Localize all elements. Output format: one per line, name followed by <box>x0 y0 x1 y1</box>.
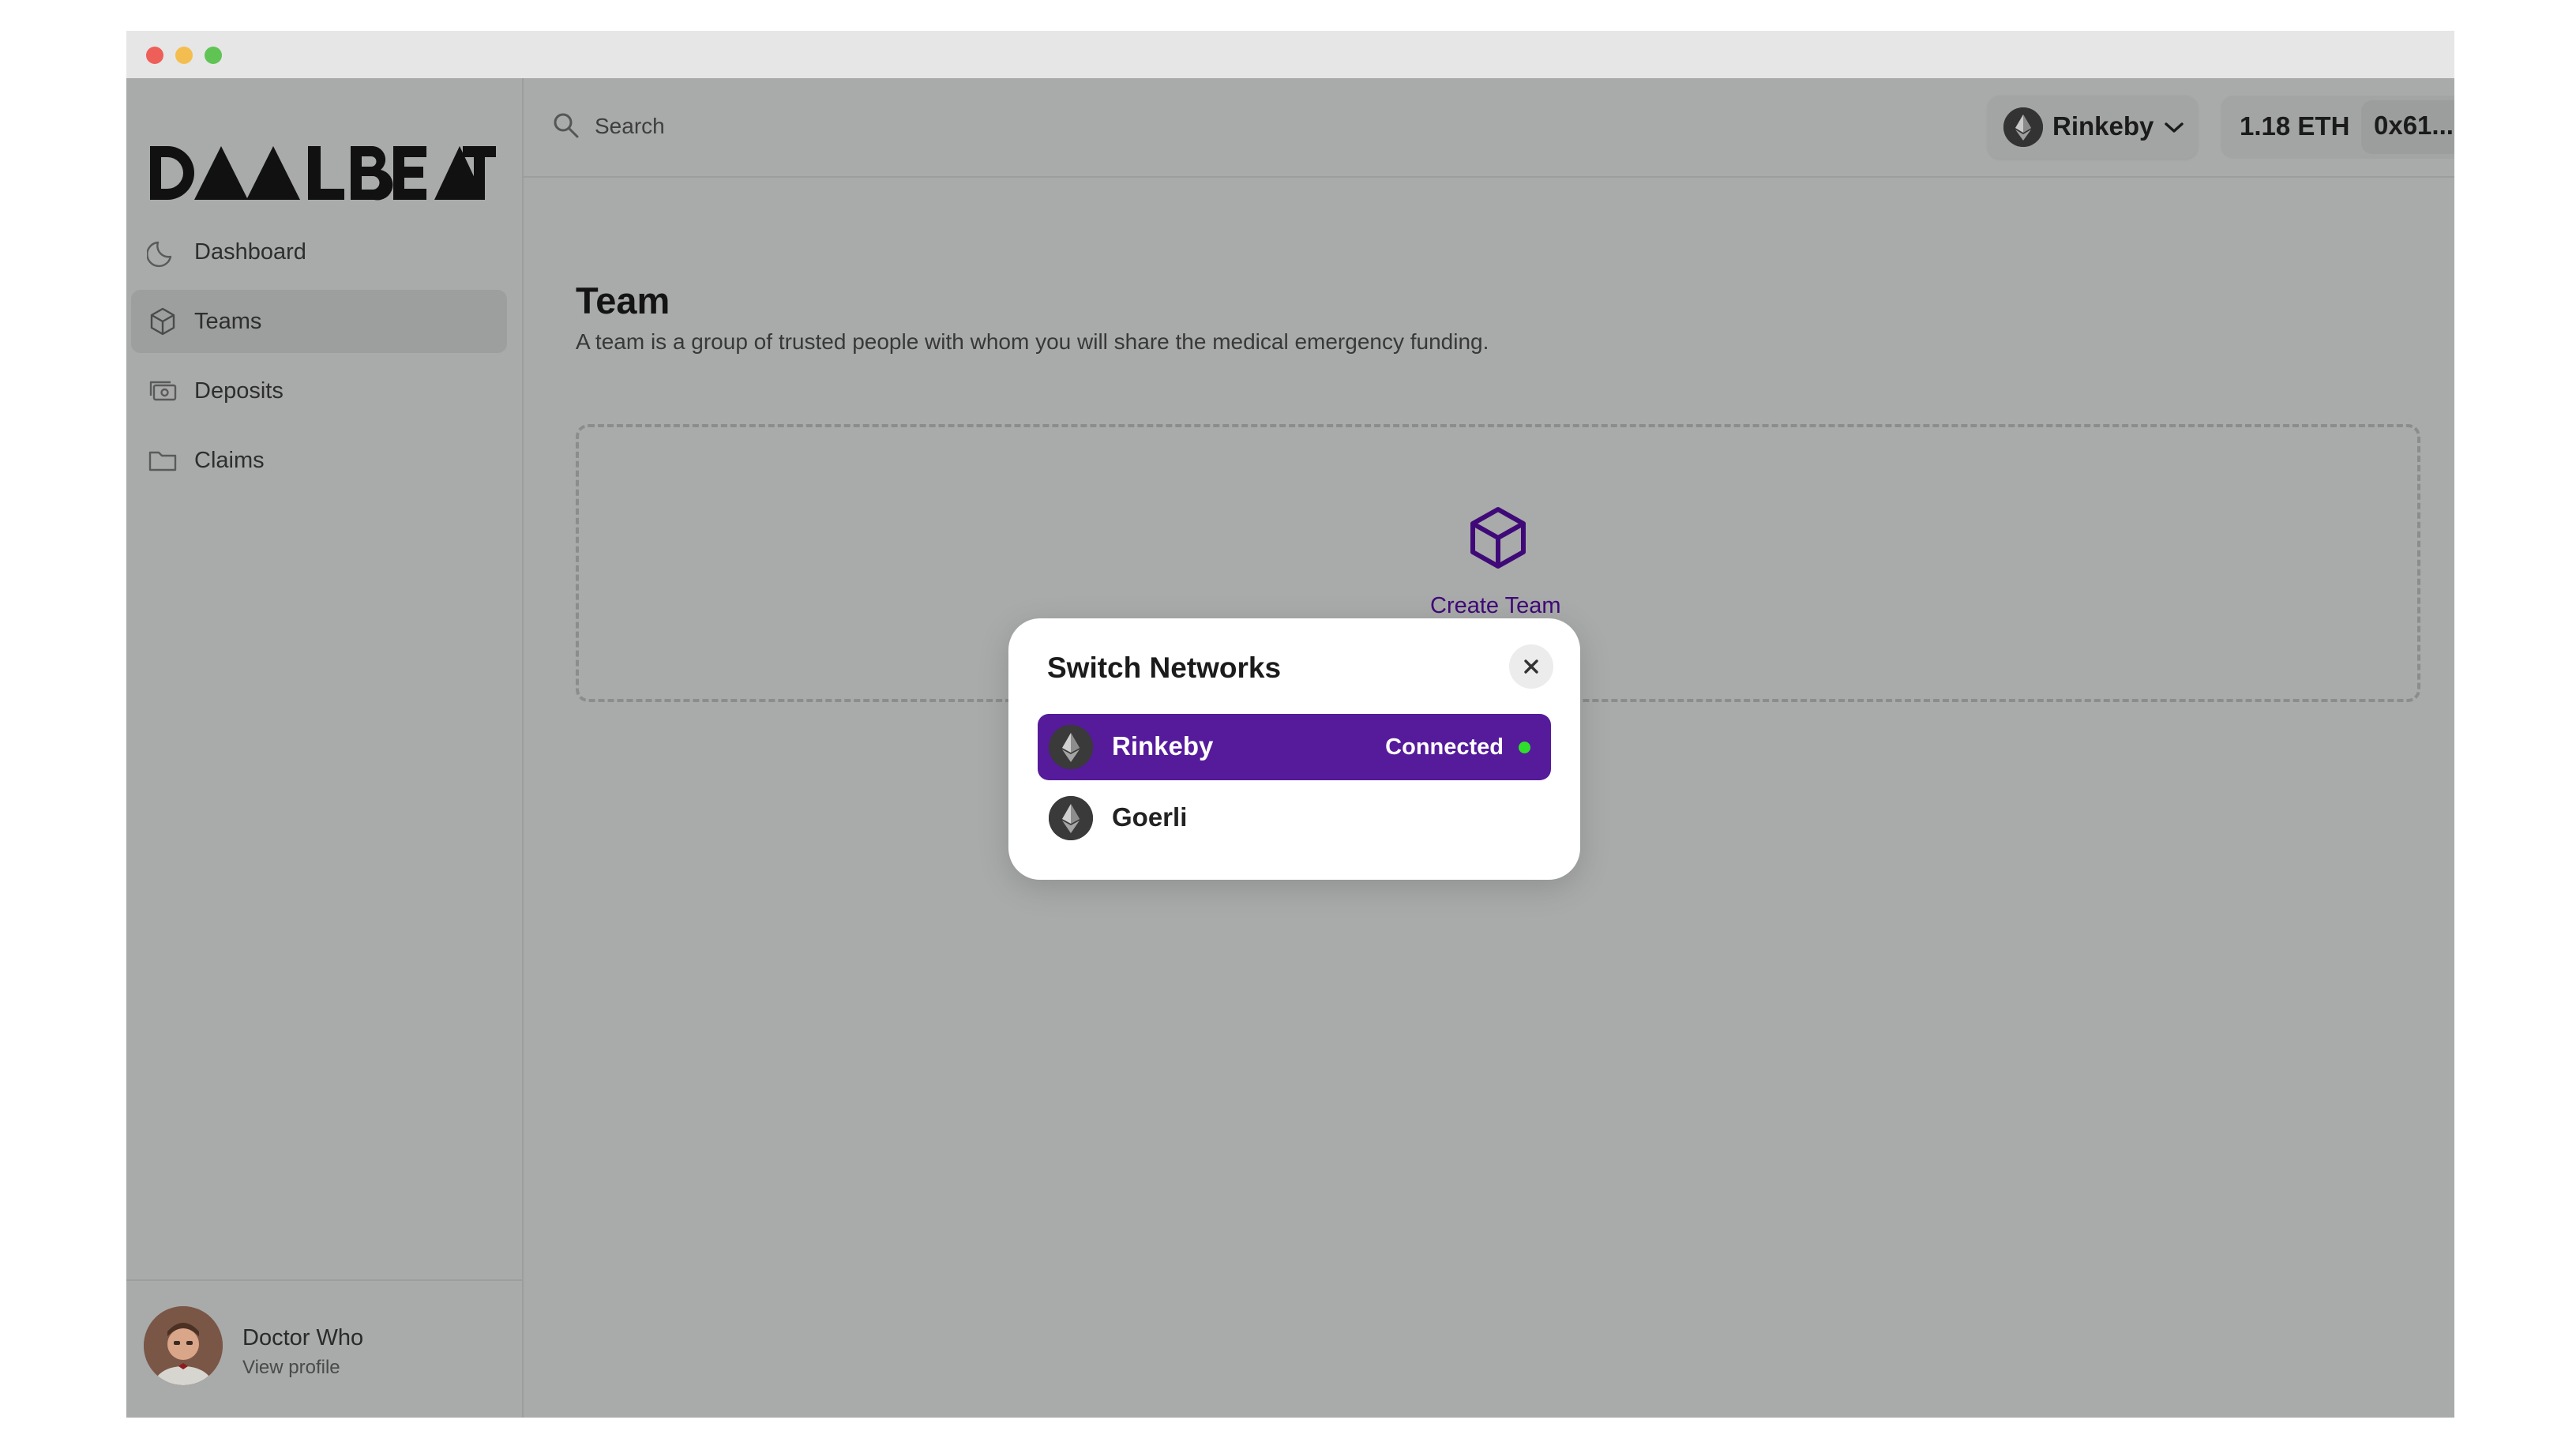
top-bar: Rinkeby 1.18 ETH 0x61...b0CF <box>524 78 2454 178</box>
brand-logo-wordmark <box>150 146 496 201</box>
network-option-goerli[interactable]: Goerli <box>1038 785 1551 851</box>
wallet-widget: 1.18 ETH 0x61...b0CF <box>2221 96 2454 159</box>
sidebar-item-label: Deposits <box>194 377 284 404</box>
chevron-down-icon <box>2163 116 2185 138</box>
network-option-label: Goerli <box>1112 802 1188 832</box>
eth-balance: 1.18 ETH <box>2240 111 2350 141</box>
search-icon <box>550 110 582 141</box>
sidebar-item-deposits[interactable]: Deposits <box>131 359 507 423</box>
page-description: A team is a group of trusted people with… <box>576 329 1489 354</box>
ethereum-icon <box>1049 796 1093 840</box>
account-address-button[interactable]: 0x61...b0CF <box>2361 100 2454 154</box>
sidebar-item-teams[interactable]: Teams <box>131 290 507 353</box>
close-window-button[interactable] <box>146 47 163 64</box>
sidebar-item-label: Dashboard <box>194 238 306 265</box>
folder-icon <box>147 445 178 476</box>
page-title: Team <box>576 280 670 321</box>
connected-indicator-icon <box>1519 742 1530 753</box>
moon-icon <box>146 236 178 268</box>
sidebar: Dashboard Teams Deposits Claims Doctor W… <box>126 78 524 1418</box>
search-input[interactable] <box>595 107 1068 146</box>
network-selector-button[interactable]: Rinkeby <box>1988 96 2198 159</box>
ethereum-icon <box>1049 725 1093 769</box>
close-button[interactable] <box>1509 644 1553 689</box>
cube-icon <box>147 306 178 337</box>
minimize-window-button[interactable] <box>175 47 193 64</box>
connection-status: Connected <box>1385 734 1504 760</box>
network-name: Rinkeby <box>2052 111 2154 141</box>
maximize-window-button[interactable] <box>205 47 222 64</box>
modal-title: Switch Networks <box>1047 652 1282 684</box>
brand-logo[interactable] <box>147 143 496 203</box>
sidebar-item-label: Claims <box>194 447 265 473</box>
ethereum-icon <box>2003 107 2043 147</box>
sidebar-item-claims[interactable]: Claims <box>131 429 507 492</box>
network-option-label: Rinkeby <box>1112 731 1214 761</box>
switch-networks-modal: Switch Networks Rinkeby Connected Goerli <box>1008 618 1580 880</box>
sidebar-nav: Dashboard Teams Deposits Claims <box>131 220 507 498</box>
cube-icon <box>1465 505 1531 571</box>
user-profile[interactable]: Doctor Who View profile <box>126 1279 522 1418</box>
sidebar-item-dashboard[interactable]: Dashboard <box>131 220 507 284</box>
create-team-button[interactable]: Create Team <box>1430 593 1561 619</box>
profile-name: Doctor Who <box>242 1325 364 1350</box>
cash-icon <box>147 375 178 407</box>
view-profile-link[interactable]: View profile <box>242 1357 340 1379</box>
close-icon <box>1524 659 1538 674</box>
network-option-rinkeby[interactable]: Rinkeby Connected <box>1038 714 1551 780</box>
account-address: 0x61...b0CF <box>2374 111 2454 140</box>
window-titlebar <box>126 31 2454 78</box>
avatar <box>144 1306 223 1385</box>
sidebar-item-label: Teams <box>194 308 262 334</box>
